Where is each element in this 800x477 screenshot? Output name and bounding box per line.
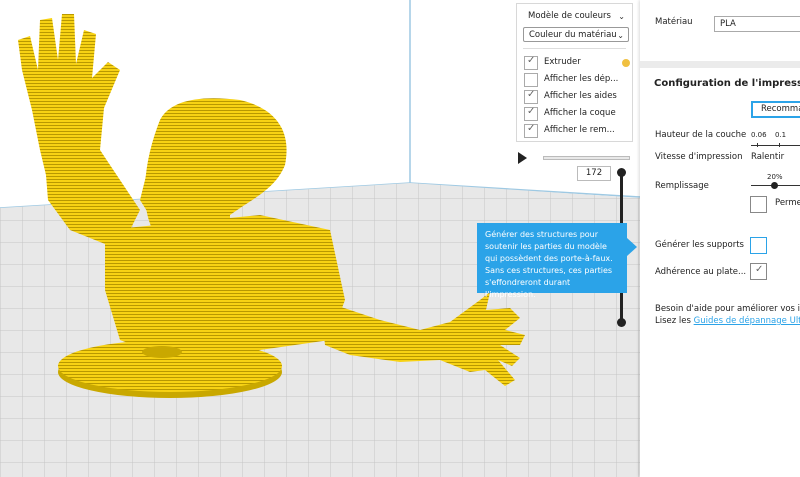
checkbox[interactable] (524, 73, 538, 87)
layer-slider-top-handle[interactable] (617, 168, 626, 177)
option-label: Afficher les aides (544, 91, 617, 101)
option-show-travels[interactable]: Afficher les dép... (524, 73, 630, 87)
print-settings-panel (640, 0, 800, 477)
troubleshooting-guides-link[interactable]: Guides de dépannage Ultima (694, 316, 800, 326)
help-text: Besoin d'aide pour améliorer vos impr (655, 304, 800, 314)
slider-tick (779, 143, 780, 147)
infill-value: 20% (767, 173, 783, 181)
material-select[interactable]: PLA (714, 16, 800, 32)
supports-label: Générer les supports (655, 240, 744, 250)
check-icon: ✓ (755, 264, 764, 275)
checkbox[interactable]: ✓ (524, 55, 538, 70)
layer-height-option[interactable]: 0.1 (775, 131, 786, 139)
help-text-line2: Lisez les Guides de dépannage Ultima (655, 316, 800, 326)
color-scheme-dropdown[interactable]: Modèle de couleurs ⌄ (523, 9, 629, 24)
print-speed-label: Vitesse d'impression (655, 152, 743, 162)
option-label: Extruder (544, 57, 581, 67)
help-prefix: Lisez les (655, 316, 694, 326)
option-label: Afficher le rem... (544, 125, 615, 135)
option-show-shell[interactable]: ✓ Afficher la coque (524, 106, 630, 121)
checkbox[interactable]: ✓ (524, 106, 538, 121)
option-show-helpers[interactable]: ✓ Afficher les aides (524, 89, 630, 104)
adhesion-checkbox[interactable]: ✓ (750, 263, 767, 280)
extruder-color-swatch (622, 59, 630, 67)
check-icon: ✓ (527, 89, 536, 100)
infill-slider-handle[interactable] (771, 182, 778, 189)
print-speed-value[interactable]: Ralentir (751, 152, 784, 162)
infill-label: Remplissage (655, 181, 709, 191)
check-icon: ✓ (527, 106, 536, 117)
tooltip-arrow (627, 238, 637, 256)
layer-height-label: Hauteur de la couche (655, 130, 747, 140)
option-label: Afficher les dép... (544, 74, 619, 84)
checkbox[interactable]: ✓ (524, 89, 538, 104)
chevron-down-icon: ⌄ (618, 12, 625, 21)
color-mode-value: Couleur du matériau (529, 30, 617, 40)
gradual-infill-checkbox[interactable] (750, 196, 767, 213)
supports-tooltip: Générer des structures pour soutenir les… (477, 223, 627, 299)
layer-height-slider[interactable] (751, 145, 800, 146)
color-scheme-title: Modèle de couleurs (528, 11, 611, 21)
chevron-down-icon: ⌄ (617, 31, 624, 40)
section-divider (640, 61, 800, 68)
divider (523, 48, 626, 49)
material-label: Matériau (655, 17, 693, 27)
check-icon: ✓ (527, 55, 536, 66)
generate-supports-checkbox[interactable] (750, 237, 767, 254)
layer-slider-bottom-handle[interactable] (617, 318, 626, 327)
layer-number-input[interactable]: 172 (577, 166, 611, 181)
slider-tick (757, 143, 758, 147)
layer-height-option[interactable]: 0.06 (751, 131, 767, 139)
print-setup-title: Configuration de l'impression (654, 78, 800, 89)
layer-progress-slider[interactable] (543, 156, 630, 160)
color-mode-select[interactable]: Couleur du matériau ⌄ (523, 27, 629, 42)
play-icon[interactable] (518, 152, 527, 164)
option-show-infill[interactable]: ✓ Afficher le rem... (524, 123, 630, 138)
option-extruder[interactable]: ✓ Extruder (524, 55, 630, 70)
adhesion-label: Adhérence au plate... (655, 267, 747, 277)
gradual-infill-label: Perme (775, 198, 800, 208)
color-scheme-panel: Modèle de couleurs ⌄ Couleur du matériau… (516, 3, 633, 142)
check-icon: ✓ (527, 123, 536, 134)
recommended-mode-button[interactable]: Recomma (751, 101, 800, 118)
checkbox[interactable]: ✓ (524, 123, 538, 138)
3d-viewport[interactable]: Modèle de couleurs ⌄ Couleur du matériau… (0, 0, 640, 477)
option-label: Afficher la coque (544, 108, 616, 118)
